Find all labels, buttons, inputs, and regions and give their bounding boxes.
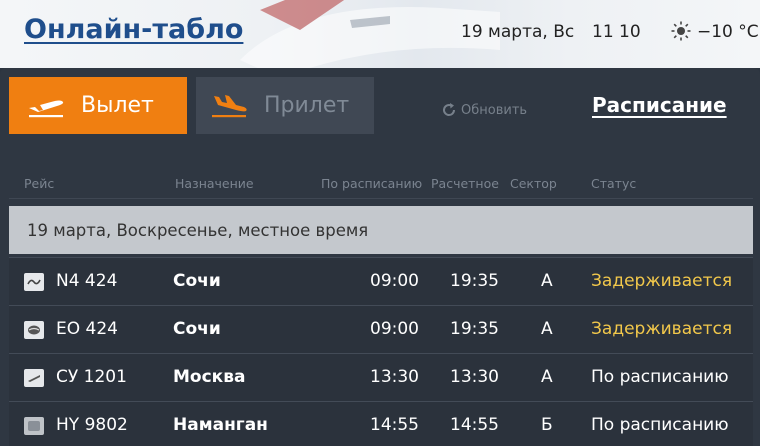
scheduled-time: 13:30	[370, 367, 419, 387]
flight-number: N4 424	[56, 271, 118, 291]
sector: Б	[541, 415, 553, 435]
flight-number: СУ 1201	[56, 367, 127, 387]
current-date: 19 марта, Вс	[461, 22, 575, 42]
flight-board: Вылет Прилет Обновить Расписание Рейс На…	[0, 68, 760, 446]
column-header-sector: Сектор	[510, 176, 557, 191]
column-header-estimated: Расчетное	[431, 176, 499, 191]
table-row[interactable]: СУ 1201 Москва 13:30 13:30 А По расписан…	[9, 353, 753, 401]
destination: Сочи	[173, 271, 221, 291]
sector: А	[541, 271, 553, 291]
column-header-flight: Рейс	[24, 176, 55, 191]
tab-departures[interactable]: Вылет	[9, 77, 187, 134]
tab-arrivals[interactable]: Прилет	[196, 77, 374, 134]
flight-status: По расписанию	[591, 367, 729, 387]
column-header-scheduled: По расписанию	[321, 176, 423, 191]
scheduled-time: 14:55	[370, 415, 419, 435]
scheduled-time: 09:00	[370, 319, 419, 339]
destination: Наманган	[173, 415, 268, 435]
flight-status: Задерживается	[591, 319, 733, 339]
airline-logo-icon	[24, 369, 44, 387]
tab-arrivals-label: Прилет	[264, 93, 350, 118]
airline-logo-icon	[24, 321, 44, 339]
temperature: −10 °C	[697, 22, 759, 42]
date-group-row: 19 марта, Воскресенье, местное время	[9, 206, 753, 254]
destination: Сочи	[173, 319, 221, 339]
header-divider	[9, 198, 753, 199]
departure-plane-icon	[29, 100, 64, 117]
current-time: 11 10	[592, 22, 641, 42]
page-title[interactable]: Онлайн-табло	[24, 14, 243, 45]
airline-logo-icon	[24, 273, 44, 291]
estimated-time: 19:35	[450, 319, 499, 339]
estimated-time: 14:55	[450, 415, 499, 435]
table-row[interactable]: HY 9802 Наманган 14:55 14:55 Б По распис…	[9, 401, 753, 446]
sector: А	[541, 319, 553, 339]
sector: А	[541, 367, 553, 387]
refresh-button[interactable]: Обновить	[440, 101, 527, 119]
column-header-destination: Назначение	[175, 176, 254, 191]
table-row[interactable]: EO 424 Сочи 09:00 19:35 А Задерживается	[9, 305, 753, 353]
destination: Москва	[173, 367, 246, 387]
schedule-link[interactable]: Расписание	[592, 93, 727, 117]
flight-number: HY 9802	[56, 415, 128, 435]
scheduled-time: 09:00	[370, 271, 419, 291]
sun-icon	[671, 21, 691, 41]
flight-number: EO 424	[56, 319, 118, 339]
estimated-time: 19:35	[450, 271, 499, 291]
column-header-status: Статус	[591, 176, 637, 191]
airline-logo-icon	[24, 417, 44, 435]
refresh-icon	[443, 103, 456, 116]
flight-status: По расписанию	[591, 415, 729, 435]
table-row[interactable]: N4 424 Сочи 09:00 19:35 А Задерживается	[9, 257, 753, 305]
top-bar: Онлайн-табло 19 марта, Вс 11 10 −10 °C	[0, 0, 760, 68]
tab-departures-label: Вылет	[81, 93, 154, 118]
estimated-time: 13:30	[450, 367, 499, 387]
refresh-label: Обновить	[461, 102, 528, 118]
arrival-plane-icon	[212, 94, 247, 117]
flight-status: Задерживается	[591, 271, 733, 291]
